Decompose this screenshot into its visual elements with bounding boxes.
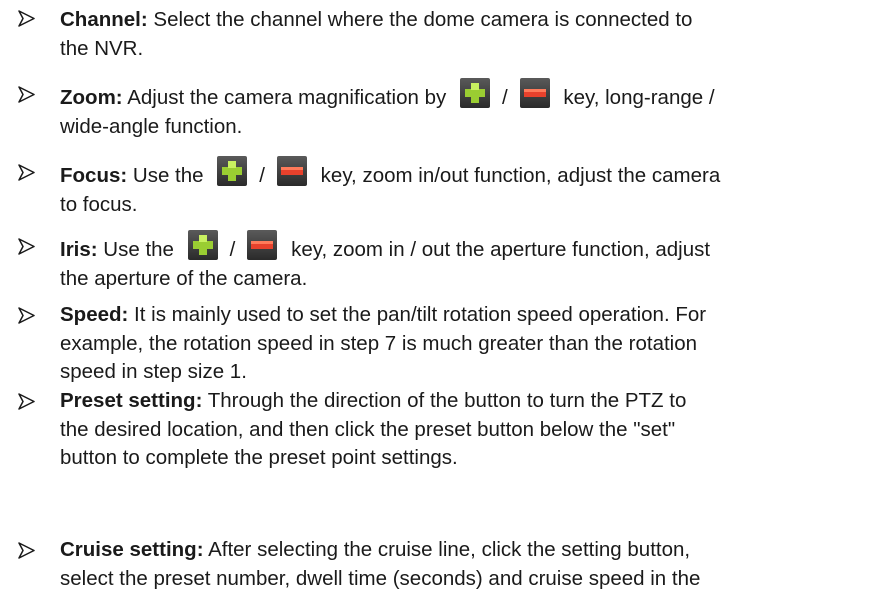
list-item-preset-setting: Preset setting: Through the direction of…	[0, 385, 888, 475]
plus-key-icon	[459, 78, 490, 108]
item-post: key, zoom in / out the aperture function…	[291, 238, 711, 261]
arrow-bullet-icon	[18, 307, 35, 324]
plus-key-icon	[217, 156, 248, 186]
item-line2: the aperture of the camera.	[60, 266, 308, 290]
arrow-bullet-icon	[18, 238, 35, 255]
minus-key-icon	[247, 230, 278, 260]
item-line3: button to complete the preset point sett…	[60, 446, 458, 470]
item-line2: the NVR.	[60, 36, 144, 60]
item-separator: /	[259, 164, 265, 187]
item-text: Zoom: Adjust the camera magnification by…	[60, 78, 878, 141]
item-label: Zoom:	[60, 86, 123, 109]
item-text: Focus: Use the / key, zoom in/out functi…	[60, 156, 878, 219]
list-item-channel: Channel: Select the channel where the do…	[0, 2, 888, 62]
item-line2: select the preset number, dwell time (se…	[60, 566, 701, 590]
item-text: Speed: It is mainly used to set the pan/…	[60, 301, 878, 387]
arrow-bullet-icon	[18, 164, 35, 181]
item-line2: the desired location, and then click the…	[60, 417, 676, 441]
arrow-bullet-icon	[18, 10, 35, 27]
item-text: Channel: Select the channel where the do…	[60, 6, 878, 63]
item-line2: example, the rotation speed in step 7 is…	[60, 331, 698, 355]
minus-key-icon	[519, 78, 550, 108]
list-item-iris: Iris: Use the / key, zoom in / out the a…	[0, 226, 888, 290]
arrow-bullet-icon	[18, 393, 35, 410]
item-label: Preset setting:	[60, 389, 203, 412]
item-label: Cruise setting:	[60, 538, 204, 561]
item-separator: /	[501, 86, 508, 109]
item-pre: Use the	[97, 238, 174, 261]
list-item-zoom: Zoom: Adjust the camera magnification by…	[0, 74, 888, 140]
arrow-bullet-icon	[18, 542, 35, 559]
item-line2: to focus.	[60, 192, 138, 216]
arrow-bullet-icon	[18, 86, 35, 103]
list-item-focus: Focus: Use the / key, zoom in/out functi…	[0, 152, 888, 216]
item-line1: It is mainly used to set the pan/tilt ro…	[128, 303, 707, 326]
list-item-cruise-setting: Cruise setting: After selecting the crui…	[0, 534, 888, 596]
minus-key-icon	[276, 156, 307, 186]
item-pre: Adjust the camera magnification by	[122, 86, 447, 109]
list-item-speed: Speed: It is mainly used to set the pan/…	[0, 299, 888, 389]
item-text: Preset setting: Through the direction of…	[60, 387, 878, 473]
item-pre: Use the	[127, 164, 204, 187]
item-label: Channel:	[60, 8, 148, 31]
item-label: Speed:	[60, 303, 129, 326]
plus-key-icon	[187, 230, 218, 260]
item-line1: Through the direction of the button to t…	[202, 389, 687, 412]
item-post: key, long-range /	[563, 86, 715, 109]
item-post: key, zoom in/out function, adjust the ca…	[320, 164, 721, 187]
item-line1: After selecting the cruise line, click t…	[203, 538, 691, 561]
item-label: Focus:	[60, 164, 128, 187]
item-line2: wide-angle function.	[60, 114, 243, 138]
item-label: Iris:	[60, 238, 98, 261]
item-separator: /	[229, 238, 236, 261]
item-text: Iris: Use the / key, zoom in / out the a…	[60, 230, 878, 293]
item-line1: Select the channel where the dome camera…	[147, 8, 693, 31]
item-line3: speed in step size 1.	[60, 360, 247, 384]
item-text: Cruise setting: After selecting the crui…	[60, 536, 878, 593]
document-page: Channel: Select the channel where the do…	[0, 0, 888, 598]
